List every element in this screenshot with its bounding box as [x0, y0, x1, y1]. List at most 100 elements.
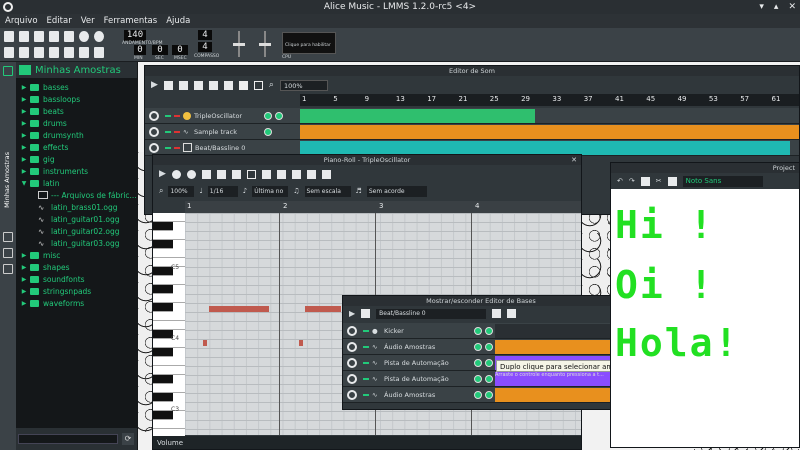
piano-key[interactable] — [153, 294, 185, 303]
sample-track-clip[interactable] — [300, 125, 799, 139]
tree-item[interactable]: --- Arquivos de fábric... — [16, 189, 138, 201]
piano-key[interactable] — [153, 330, 173, 339]
beat-bassline-pattern[interactable] — [300, 141, 790, 155]
sidebar-presets-icon[interactable] — [3, 232, 13, 242]
chevron-down-icon[interactable]: ▼ — [18, 180, 30, 187]
time-sig-numerator[interactable]: 4 — [198, 30, 212, 40]
add-automation-icon[interactable] — [223, 80, 233, 90]
add-instrument-icon[interactable] — [178, 80, 188, 90]
solo-button[interactable] — [174, 114, 180, 117]
tree-item[interactable]: ▶ stringsnpads — [16, 285, 138, 297]
mute-button[interactable] — [363, 361, 369, 364]
tree-item[interactable]: ∿ latin_guitar01.ogg — [16, 213, 138, 225]
volume-knob[interactable] — [474, 390, 482, 399]
song-zoom-select[interactable]: 100% — [279, 79, 328, 91]
new-template-icon[interactable] — [19, 31, 29, 42]
stop-icon[interactable] — [163, 80, 173, 90]
copy-icon[interactable] — [640, 176, 650, 186]
beat-editor-icon[interactable] — [19, 47, 29, 58]
piano-key[interactable] — [153, 339, 185, 348]
tree-item[interactable]: ▶ misc — [16, 249, 138, 261]
browser-tree[interactable]: ▶ basses ▶ bassloops ▶ beats ▶ drums ▶ drumsynth ▶… — [16, 78, 138, 428]
menu-edit[interactable]: Editar — [47, 16, 72, 26]
pan-knob[interactable] — [485, 358, 493, 367]
tree-item[interactable]: ▶ drums — [16, 117, 138, 129]
select-mode-icon[interactable] — [246, 169, 256, 179]
beat-clip[interactable] — [495, 340, 619, 354]
track-name[interactable]: Pista de Automação — [384, 375, 474, 383]
record-play-icon[interactable] — [186, 169, 196, 179]
piano-key[interactable] — [153, 222, 173, 231]
note-block[interactable] — [305, 306, 341, 312]
play-icon[interactable]: ▶ — [151, 80, 158, 90]
mute-button[interactable] — [165, 114, 171, 117]
note-length-select[interactable]: Última no — [252, 185, 289, 197]
mixer-icon[interactable] — [64, 47, 74, 58]
tree-item[interactable]: ▶ soundfonts — [16, 273, 138, 285]
chevron-right-icon[interactable]: ▶ — [18, 168, 30, 175]
cpu-graph[interactable]: Clique para habilitar — [282, 32, 336, 54]
mute-button[interactable] — [165, 146, 171, 149]
piano-key[interactable] — [153, 312, 185, 321]
volume-knob[interactable] — [264, 127, 272, 136]
paste-icon[interactable] — [321, 169, 331, 179]
mute-button[interactable] — [363, 329, 369, 332]
pan-knob[interactable] — [485, 390, 493, 399]
recent-projects-icon[interactable] — [49, 31, 59, 42]
stop-icon[interactable] — [361, 309, 371, 318]
select-mode-icon[interactable] — [253, 80, 263, 90]
gear-icon[interactable] — [149, 126, 159, 137]
play-icon[interactable]: ▶ — [159, 169, 166, 179]
chevron-right-icon[interactable]: ▶ — [18, 276, 30, 283]
piano-key[interactable] — [153, 393, 173, 402]
tree-item[interactable]: ▶ shapes — [16, 261, 138, 273]
track-name[interactable]: Beat/Bassline 0 — [195, 144, 265, 152]
tree-item[interactable]: ▶ basses — [16, 81, 138, 93]
gear-icon[interactable] — [347, 357, 357, 368]
pan-knob[interactable] — [485, 342, 493, 351]
save-icon[interactable] — [64, 31, 74, 42]
chevron-right-icon[interactable]: ▶ — [18, 108, 30, 115]
solo-button[interactable] — [174, 146, 180, 149]
master-pitch-slider[interactable] — [258, 31, 272, 57]
paste-icon[interactable] — [667, 176, 677, 186]
tempo-display[interactable]: 140 — [124, 30, 146, 41]
menu-help[interactable]: Ajuda — [166, 16, 190, 26]
chevron-right-icon[interactable]: ▶ — [18, 144, 30, 151]
tree-item[interactable]: ▼ latin — [16, 177, 138, 189]
piano-key[interactable] — [153, 231, 185, 240]
tree-item[interactable]: ▶ gig — [16, 153, 138, 165]
chord-select[interactable]: Sem acorde — [366, 185, 427, 197]
sidebar-root-icon[interactable] — [3, 264, 13, 274]
menu-file[interactable]: Arquivo — [5, 16, 38, 26]
remove-beat-icon[interactable] — [507, 309, 517, 318]
note-block[interactable] — [209, 306, 269, 312]
add-beat-icon[interactable] — [492, 309, 502, 318]
piano-key[interactable] — [153, 402, 185, 411]
sidebar-samples-icon[interactable] — [3, 66, 13, 76]
tree-item[interactable]: ▶ effects — [16, 141, 138, 153]
pan-knob[interactable] — [485, 374, 493, 383]
piano-key[interactable] — [153, 258, 185, 267]
piano-roll-icon[interactable] — [34, 47, 44, 58]
export-icon[interactable] — [79, 31, 89, 42]
chevron-right-icon[interactable]: ▶ — [18, 120, 30, 127]
beat-clip[interactable] — [495, 388, 619, 402]
tree-item[interactable]: ∿ latin_guitar03.ogg — [16, 237, 138, 249]
project-notes-icon[interactable] — [94, 47, 104, 58]
piano-key[interactable] — [153, 240, 173, 249]
piano-key[interactable] — [153, 384, 185, 393]
gear-icon[interactable] — [149, 110, 159, 121]
track-name[interactable]: Áudio Amostras — [384, 343, 474, 351]
quantize-select[interactable]: 1/16 — [207, 185, 238, 197]
font-select[interactable]: Noto Sans — [682, 175, 763, 187]
note-block[interactable] — [203, 340, 207, 346]
refresh-icon[interactable]: ⟳ — [122, 433, 134, 445]
gear-icon[interactable] — [149, 142, 159, 153]
new-project-icon[interactable] — [4, 31, 14, 42]
piano-key[interactable] — [153, 357, 185, 366]
tree-item[interactable]: ▶ bassloops — [16, 93, 138, 105]
chevron-right-icon[interactable]: ▶ — [18, 96, 30, 103]
piano-keyboard[interactable] — [153, 213, 185, 438]
browser-search-input[interactable] — [18, 434, 118, 444]
